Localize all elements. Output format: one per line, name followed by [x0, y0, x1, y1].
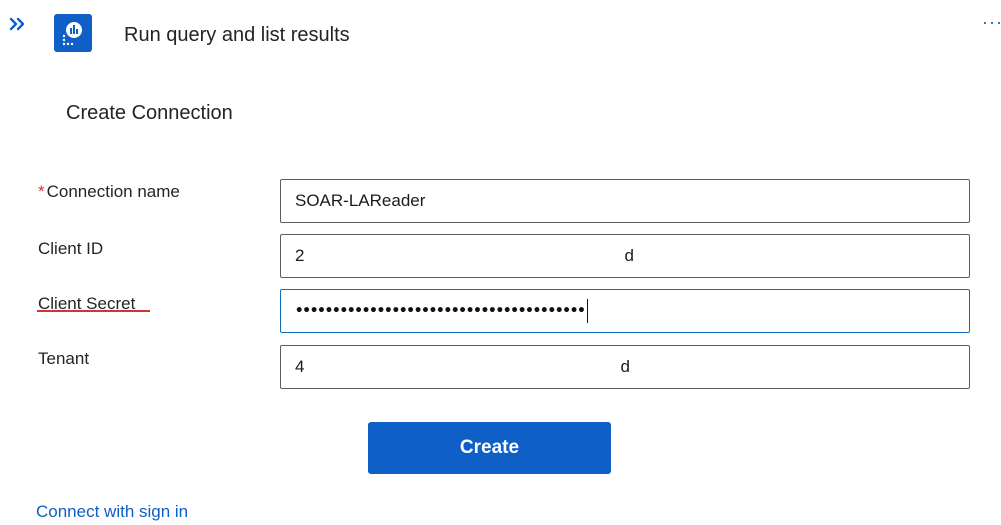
text-caret	[586, 299, 589, 323]
connect-with-sign-in-link[interactable]: Connect with sign in	[36, 502, 188, 522]
client-id-value-end: d	[624, 246, 634, 265]
tenant-input[interactable]: 4 d	[280, 345, 970, 389]
expand-panel-button[interactable]	[8, 14, 26, 34]
connection-name-value: SOAR-LAReader	[295, 191, 426, 210]
client-secret-input[interactable]: •••••••••••••••••••••••••••••••••••••••	[280, 289, 970, 333]
ellipsis-icon: ···	[982, 14, 1001, 30]
client-secret-masked-value: •••••••••••••••••••••••••••••••••••••••	[295, 303, 586, 319]
client-id-value-start: 2	[295, 246, 305, 265]
connection-name-input[interactable]: SOAR-LAReader	[280, 179, 970, 223]
create-button[interactable]: Create	[368, 422, 611, 474]
section-title: Create Connection	[66, 102, 233, 124]
redacted-region	[304, 356, 621, 378]
log-analytics-icon	[54, 14, 92, 52]
spellcheck-underline	[37, 310, 150, 312]
action-title: Run query and list results	[124, 24, 350, 46]
client-id-input[interactable]: 2 d	[280, 234, 970, 278]
double-chevron-right-icon	[9, 17, 25, 31]
connection-name-label: * Connection name	[38, 182, 180, 201]
more-options-button[interactable]: ···	[982, 14, 1001, 30]
required-marker: *	[38, 182, 45, 201]
tenant-value-end: d	[620, 357, 630, 376]
redacted-region	[304, 245, 625, 267]
tenant-value-start: 4	[295, 357, 305, 376]
client-id-label: Client ID	[38, 239, 104, 258]
tenant-label: Tenant	[38, 349, 90, 368]
